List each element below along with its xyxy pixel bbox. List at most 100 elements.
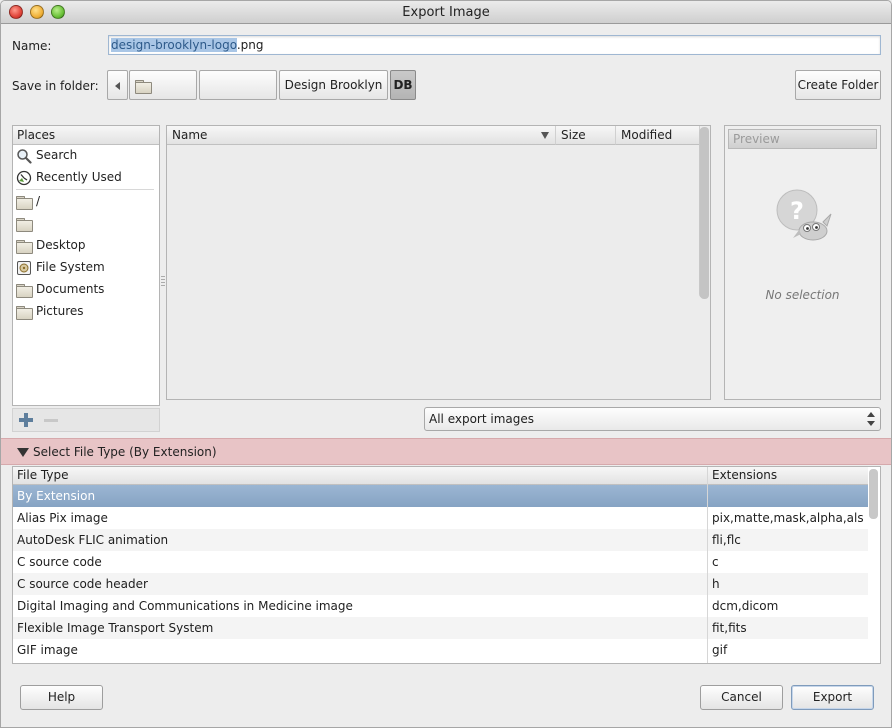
folder-icon [16,217,33,232]
path-segment-label: DB [393,78,413,92]
column-header-modified[interactable]: Modified [616,126,700,145]
file-list-vertical-scrollbar[interactable] [700,127,709,299]
place-item-search[interactable]: Search [16,145,77,165]
create-folder-button[interactable]: Create Folder [795,70,881,100]
recent-icon [16,170,32,186]
updown-arrows-icon [867,412,875,426]
help-button[interactable]: Help [20,685,103,710]
file-type-cell: Alias Pix image [17,511,108,525]
file-type-scrollbar[interactable] [869,469,878,519]
export-button[interactable]: Export [791,685,874,710]
path-segment-root[interactable] [129,70,197,100]
column-header-name[interactable]: Name [167,126,556,145]
pane-resize-handle[interactable] [161,276,165,286]
close-window-button[interactable] [9,5,23,19]
file-filter-select[interactable]: All export images [424,407,881,431]
column-divider [707,467,708,663]
extensions-cell: fit,fits [712,621,747,635]
file-type-cell: Flexible Image Transport System [17,621,214,635]
place-item-desktop[interactable]: Desktop [16,235,86,255]
remove-bookmark-icon[interactable] [44,419,58,422]
extensions-cell: dcm,dicom [712,599,779,613]
file-type-table[interactable]: File Type Extensions By Extension Alias … [12,466,881,664]
place-item-pictures[interactable]: Pictures [16,301,84,321]
column-header-extensions[interactable]: Extensions [708,467,868,485]
arrow-left-icon [115,81,120,90]
path-segment-2[interactable] [199,70,277,100]
file-type-cell: AutoDesk FLIC animation [17,533,169,547]
preview-panel: Preview ? No selection [724,125,881,400]
add-bookmark-icon[interactable] [19,413,33,427]
filename-selected-text: design-brooklyn-logo [111,38,237,52]
sort-descending-icon [541,132,549,139]
file-type-cell: C source code [17,555,102,569]
disclosure-triangle-icon [17,448,29,457]
path-segment-db[interactable]: DB [390,70,416,100]
place-item-folder[interactable] [16,213,36,233]
places-panel: Places Search Recently Used / Desktop Fi… [12,125,160,406]
path-segment-label: Design Brooklyn [284,78,383,92]
file-type-cell: By Extension [17,489,96,503]
place-item-root[interactable]: / [16,191,40,211]
place-label: File System [36,260,105,274]
file-type-cell: C source code header [17,577,148,591]
file-type-cell: GIF image [17,643,78,657]
column-header-file-type[interactable]: File Type [13,467,708,485]
place-label: / [36,194,41,208]
extensions-cell: h [712,577,720,591]
window-title: Export Image [402,5,490,20]
filename-input[interactable]: design-brooklyn-logo.png [108,35,881,55]
folder-icon [16,305,33,320]
table-row[interactable]: Alias Pix image pix,matte,mask,alpha,als [13,507,868,529]
search-icon [16,148,32,164]
expander-label: Select File Type (By Extension) [33,445,217,459]
place-label: Recently Used [36,170,122,184]
gimp-wilber-question-icon: ? [773,186,833,246]
place-label: Search [36,148,78,162]
path-scroll-left-button[interactable] [107,70,128,100]
extensions-cell: gif [712,643,728,657]
table-row[interactable]: C source code c [13,551,868,573]
place-item-file-system[interactable]: File System [16,257,105,277]
column-header-label: Name [172,128,208,142]
filesystem-icon [16,260,32,276]
table-row[interactable]: Digital Imaging and Communications in Me… [13,595,868,617]
table-row[interactable]: Flexible Image Transport System fit,fits [13,617,868,639]
preview-header: Preview [728,129,877,149]
folder-icon [16,195,33,210]
filename-extension-text: .png [236,38,264,52]
places-add-remove-bar [12,408,160,432]
place-label: Pictures [36,304,84,318]
title-bar: Export Image [1,1,891,24]
folder-icon [16,239,33,254]
place-label: Desktop [36,238,86,252]
folder-icon [135,79,152,94]
places-header: Places [13,126,159,145]
file-filter-value: All export images [429,412,535,426]
places-separator [16,189,154,190]
svg-text:?: ? [790,197,804,225]
cancel-button[interactable]: Cancel [700,685,783,710]
place-item-documents[interactable]: Documents [16,279,104,299]
column-header-size[interactable]: Size [556,126,616,145]
path-segment-design-brooklyn[interactable]: Design Brooklyn [279,70,388,100]
table-row[interactable]: By Extension [13,485,868,507]
place-label: Documents [36,282,105,296]
save-in-folder-label: Save in folder: [12,79,99,93]
file-type-cell: Digital Imaging and Communications in Me… [17,599,353,613]
minimize-window-button[interactable] [30,5,44,19]
export-image-dialog: Export Image Name: design-brooklyn-logo.… [0,0,892,728]
name-label: Name: [12,39,52,53]
file-list[interactable]: Name Size Modified [166,125,711,400]
extensions-cell: c [712,555,719,569]
table-row[interactable]: GIF image gif [13,639,868,661]
place-item-recently-used[interactable]: Recently Used [16,167,122,187]
extensions-cell: fli,flc [712,533,741,547]
folder-icon [16,283,33,298]
zoom-window-button[interactable] [51,5,65,19]
table-row[interactable]: C source code header h [13,573,868,595]
select-file-type-expander[interactable]: Select File Type (By Extension) [1,438,891,465]
no-selection-text: No selection [765,288,840,302]
table-row[interactable]: AutoDesk FLIC animation fli,flc [13,529,868,551]
extensions-cell: pix,matte,mask,alpha,als [712,511,864,525]
